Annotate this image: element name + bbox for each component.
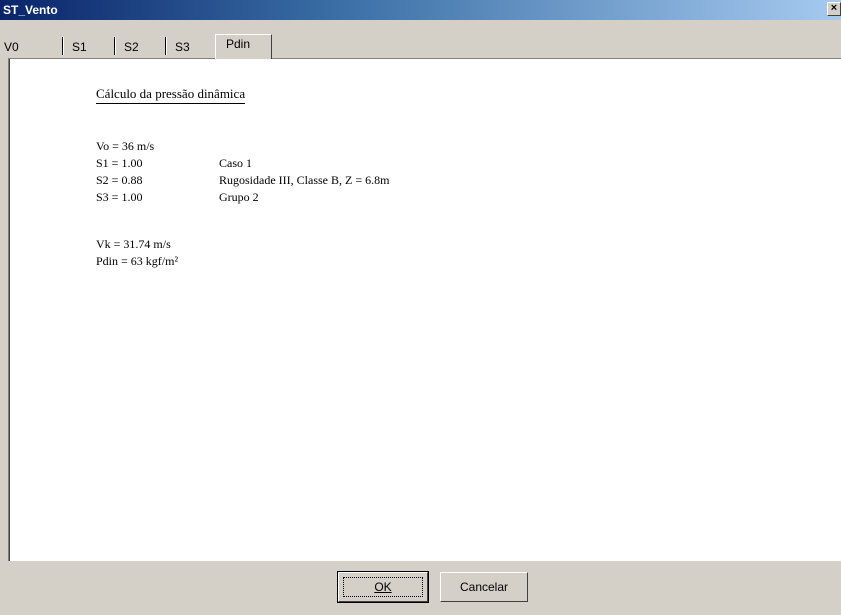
report-line-s2: S2 = 0.88 bbox=[96, 173, 142, 188]
close-icon: × bbox=[830, 2, 838, 14]
ok-button[interactable]: OK bbox=[337, 571, 429, 603]
focus-ring bbox=[343, 577, 423, 597]
tab-divider-highlight bbox=[115, 37, 116, 55]
close-button[interactable]: × bbox=[827, 2, 841, 16]
tab-label: S2 bbox=[124, 40, 139, 54]
tab-label: Pdin bbox=[226, 37, 251, 51]
report-note: Grupo 2 bbox=[219, 190, 259, 204]
tab-label: V0 bbox=[4, 40, 19, 54]
report-note-s2: Rugosidade III, Classe B, Z = 6.8m bbox=[219, 173, 389, 188]
report-value: S2 = 0.88 bbox=[96, 173, 143, 187]
report-value: S3 = 1.00 bbox=[96, 190, 143, 204]
tab-divider-highlight bbox=[166, 37, 167, 55]
report-panel bbox=[8, 58, 841, 561]
report-note: Rugosidade III, Classe B, Z = 6.8m bbox=[219, 173, 390, 187]
report-result-vk: Vk = 31.74 m/s bbox=[96, 237, 171, 252]
tab-v0[interactable]: V0 bbox=[4, 38, 19, 57]
report-value: Pdin = 63 kgf/m² bbox=[96, 254, 179, 268]
cancel-button[interactable]: Cancelar bbox=[440, 572, 528, 602]
tab-label: S1 bbox=[72, 40, 87, 54]
report-note: Caso 1 bbox=[219, 156, 252, 170]
tab-s3[interactable]: S3 bbox=[175, 38, 190, 57]
report-value: S1 = 1.00 bbox=[96, 156, 143, 170]
title-bar[interactable]: ST_Vento × bbox=[0, 0, 841, 20]
report-line-s3: S3 = 1.00 bbox=[96, 190, 142, 205]
tab-divider-highlight bbox=[63, 37, 64, 55]
window-title: ST_Vento bbox=[3, 3, 58, 17]
report-value: Vk = 31.74 m/s bbox=[96, 237, 171, 251]
tab-pdin[interactable]: Pdin bbox=[215, 34, 272, 59]
tab-s2[interactable]: S2 bbox=[124, 38, 139, 57]
report-note-s1: Caso 1 bbox=[219, 156, 252, 171]
cancel-label: Cancelar bbox=[459, 580, 509, 594]
report-heading: Cálculo da pressão dinâmica bbox=[96, 86, 246, 104]
report-result-pdin: Pdin = 63 kgf/m² bbox=[96, 254, 178, 269]
report-line-s1: S1 = 1.00 bbox=[96, 156, 142, 171]
tab-label: S3 bbox=[175, 40, 190, 54]
report-note-s3: Grupo 2 bbox=[219, 190, 259, 205]
report-value: Vo = 36 m/s bbox=[96, 139, 155, 153]
report-line-vo: Vo = 36 m/s bbox=[96, 139, 154, 154]
tab-s1[interactable]: S1 bbox=[72, 38, 87, 57]
dialog-window: ST_Vento × V0 S1 S2 S3 Pdin Cálculo da p… bbox=[0, 0, 841, 615]
panel-edge bbox=[9, 59, 10, 561]
